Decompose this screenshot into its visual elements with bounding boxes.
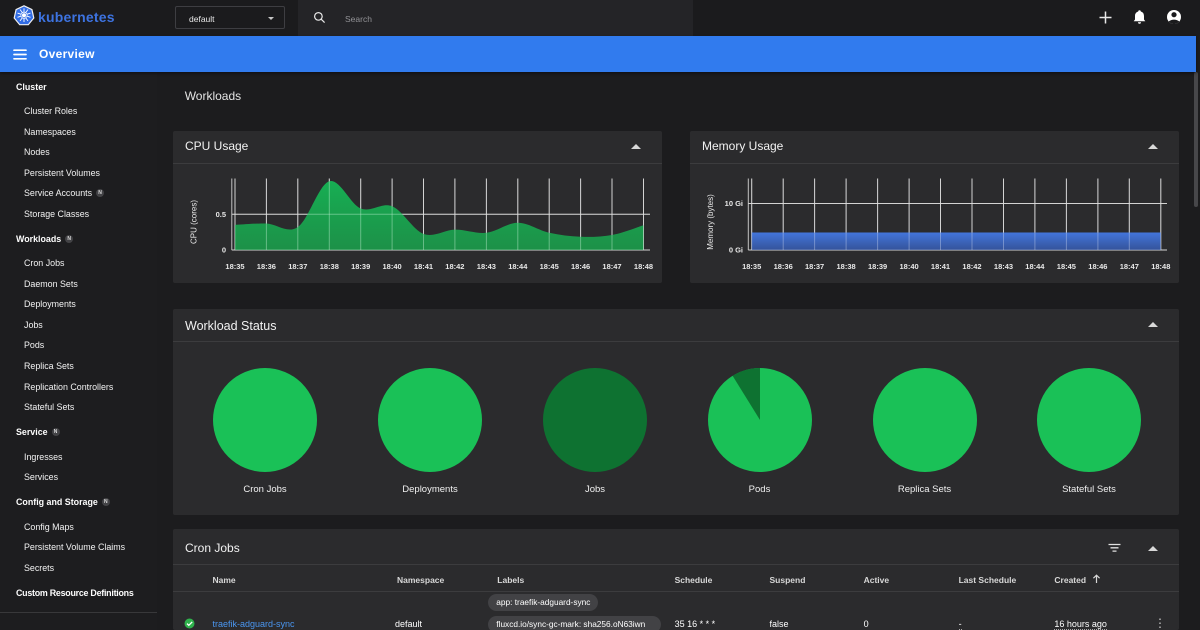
svg-text:18:45: 18:45 — [1057, 262, 1076, 271]
svg-text:18:43: 18:43 — [477, 262, 496, 271]
svg-text:18:39: 18:39 — [868, 262, 887, 271]
svg-text:CPU (cores): CPU (cores) — [190, 200, 199, 244]
svg-text:18:47: 18:47 — [602, 262, 621, 271]
svg-text:18:36: 18:36 — [774, 262, 793, 271]
svg-text:18:39: 18:39 — [351, 262, 370, 271]
svg-text:18:43: 18:43 — [994, 262, 1013, 271]
svg-text:18:48: 18:48 — [1151, 262, 1170, 271]
svg-text:18:45: 18:45 — [540, 262, 559, 271]
svg-text:18:46: 18:46 — [1088, 262, 1107, 271]
svg-text:18:46: 18:46 — [571, 262, 590, 271]
svg-text:0: 0 — [222, 246, 226, 255]
svg-text:18:40: 18:40 — [383, 262, 402, 271]
svg-text:18:44: 18:44 — [508, 262, 528, 271]
svg-text:18:35: 18:35 — [225, 262, 244, 271]
svg-text:18:37: 18:37 — [805, 262, 824, 271]
svg-text:18:36: 18:36 — [257, 262, 276, 271]
svg-text:18:37: 18:37 — [288, 262, 307, 271]
svg-text:18:41: 18:41 — [931, 262, 950, 271]
svg-text:18:42: 18:42 — [962, 262, 981, 271]
svg-text:18:41: 18:41 — [414, 262, 433, 271]
svg-text:18:48: 18:48 — [634, 262, 653, 271]
svg-text:18:44: 18:44 — [1025, 262, 1045, 271]
svg-text:Memory (bytes): Memory (bytes) — [706, 194, 715, 250]
svg-text:0 Gi: 0 Gi — [729, 246, 743, 255]
svg-text:18:40: 18:40 — [900, 262, 919, 271]
svg-text:18:42: 18:42 — [445, 262, 464, 271]
svg-text:0.5: 0.5 — [216, 210, 226, 219]
svg-text:18:47: 18:47 — [1120, 262, 1139, 271]
svg-text:18:35: 18:35 — [742, 262, 761, 271]
svg-text:18:38: 18:38 — [837, 262, 856, 271]
svg-text:10 Gi: 10 Gi — [725, 199, 743, 208]
svg-text:18:38: 18:38 — [320, 262, 339, 271]
